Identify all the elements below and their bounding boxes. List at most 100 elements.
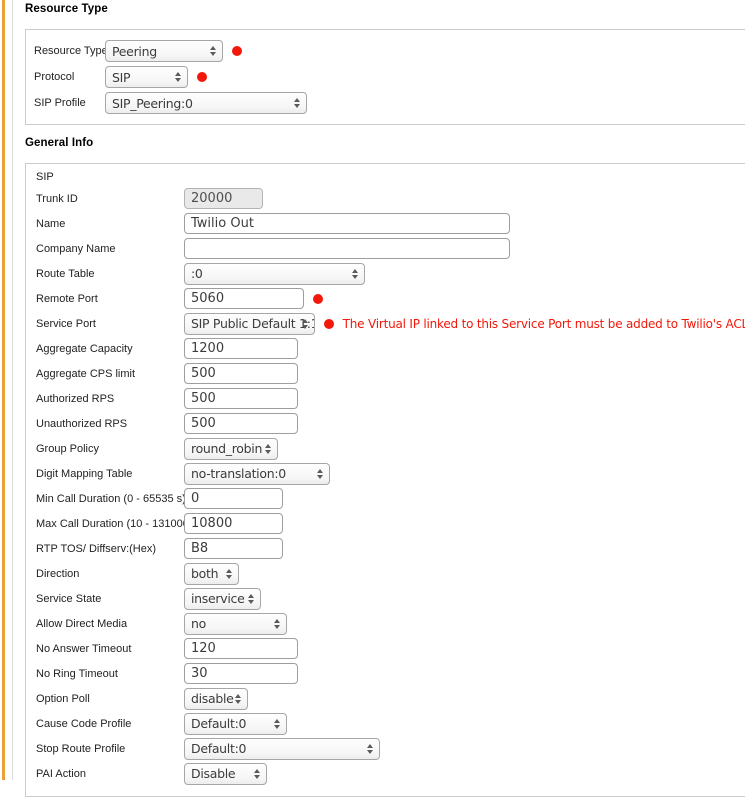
section-title-resource-type: Resource Type bbox=[25, 3, 745, 16]
cause-code-profile-label: Cause Code Profile bbox=[36, 718, 184, 730]
allow-direct-media-selected-value: no bbox=[191, 616, 206, 631]
route-table-selected-value: :0 bbox=[191, 266, 203, 281]
pai-action-row: PAI ActionDisable bbox=[36, 761, 745, 786]
spinner-icon[interactable] bbox=[173, 72, 183, 82]
spinner-down-icon[interactable] bbox=[175, 78, 181, 82]
resource-type-label: Resource Type bbox=[34, 45, 105, 57]
authorized-rps-row: Authorized RPS bbox=[36, 386, 745, 411]
spinner-up-icon[interactable] bbox=[367, 744, 373, 748]
spinner-icon[interactable] bbox=[315, 469, 325, 479]
sip-profile-select[interactable]: SIP_Peering:0 bbox=[105, 92, 307, 114]
spinner-down-icon[interactable] bbox=[274, 725, 280, 729]
spinner-up-icon[interactable] bbox=[274, 619, 280, 623]
spinner-up-icon[interactable] bbox=[352, 269, 358, 273]
spinner-down-icon[interactable] bbox=[367, 750, 373, 754]
no-answer-timeout-input[interactable] bbox=[184, 638, 298, 659]
section-title-general-info: General Info bbox=[25, 137, 745, 150]
spinner-icon[interactable] bbox=[246, 594, 256, 604]
spinner-up-icon[interactable] bbox=[302, 319, 308, 323]
spinner-icon[interactable] bbox=[350, 269, 360, 279]
digit-mapping-table-label: Digit Mapping Table bbox=[36, 468, 184, 480]
spinner-icon[interactable] bbox=[208, 46, 218, 56]
spinner-down-icon[interactable] bbox=[226, 575, 232, 579]
spinner-down-icon[interactable] bbox=[210, 52, 216, 56]
stop-route-profile-select[interactable]: Default:0 bbox=[184, 738, 380, 760]
digit-mapping-table-selected-value: no-translation:0 bbox=[191, 466, 286, 481]
no-ring-timeout-label: No Ring Timeout bbox=[36, 668, 184, 680]
spinner-icon[interactable] bbox=[300, 319, 310, 329]
spinner-up-icon[interactable] bbox=[274, 719, 280, 723]
pai-action-select[interactable]: Disable bbox=[184, 763, 267, 785]
allow-direct-media-select[interactable]: no bbox=[184, 613, 287, 635]
min-call-duration-input[interactable] bbox=[184, 488, 283, 509]
company-name-input[interactable] bbox=[184, 238, 510, 259]
name-input[interactable] bbox=[184, 213, 510, 234]
direction-select[interactable]: both bbox=[184, 563, 239, 585]
spinner-up-icon[interactable] bbox=[317, 469, 323, 473]
spinner-icon[interactable] bbox=[224, 569, 234, 579]
option-poll-row: Option Polldisable bbox=[36, 686, 745, 711]
unauthorized-rps-input[interactable] bbox=[184, 413, 298, 434]
spinner-up-icon[interactable] bbox=[175, 72, 181, 76]
max-call-duration-input[interactable] bbox=[184, 513, 283, 534]
spinner-icon[interactable] bbox=[272, 619, 282, 629]
resource-type-selected-value: Peering bbox=[112, 44, 157, 59]
spinner-down-icon[interactable] bbox=[254, 775, 260, 779]
spinner-up-icon[interactable] bbox=[248, 594, 254, 598]
spinner-up-icon[interactable] bbox=[226, 569, 232, 573]
spinner-icon[interactable] bbox=[272, 719, 282, 729]
trunk-id-input[interactable] bbox=[184, 188, 263, 209]
spinner-down-icon[interactable] bbox=[248, 600, 254, 604]
aggregate-capacity-input[interactable] bbox=[184, 338, 298, 359]
spinner-up-icon[interactable] bbox=[235, 694, 241, 698]
sip-sub-label: SIP bbox=[36, 170, 745, 186]
no-ring-timeout-input[interactable] bbox=[184, 663, 298, 684]
spinner-down-icon[interactable] bbox=[265, 450, 271, 454]
option-poll-select[interactable]: disable bbox=[184, 688, 248, 710]
aggregate-cps-limit-input[interactable] bbox=[184, 363, 298, 384]
spinner-up-icon[interactable] bbox=[265, 444, 271, 448]
protocol-label: Protocol bbox=[34, 71, 105, 83]
min-call-duration-label: Min Call Duration (0 - 65535 s) bbox=[36, 493, 184, 505]
cause-code-profile-select[interactable]: Default:0 bbox=[184, 713, 287, 735]
spinner-icon[interactable] bbox=[233, 694, 243, 704]
no-answer-timeout-row: No Answer Timeout bbox=[36, 636, 745, 661]
spinner-down-icon[interactable] bbox=[274, 625, 280, 629]
pai-action-label: PAI Action bbox=[36, 768, 184, 780]
service-port-note: The Virtual IP linked to this Service Po… bbox=[343, 317, 745, 331]
service-port-selected-value: SIP Public Default 1:1 bbox=[191, 316, 315, 331]
required-dot-icon bbox=[232, 46, 242, 56]
aggregate-cps-limit-row: Aggregate CPS limit bbox=[36, 361, 745, 386]
rtp-tos-diffserv-row: RTP TOS/ Diffserv:(Hex) bbox=[36, 536, 745, 561]
service-state-select[interactable]: inservice bbox=[184, 588, 261, 610]
protocol-select[interactable]: SIP bbox=[105, 66, 188, 88]
spinner-down-icon[interactable] bbox=[352, 275, 358, 279]
company-name-row: Company Name bbox=[36, 236, 745, 261]
route-table-select[interactable]: :0 bbox=[184, 263, 365, 285]
authorized-rps-input[interactable] bbox=[184, 388, 298, 409]
spinner-down-icon[interactable] bbox=[302, 325, 308, 329]
group-policy-select[interactable]: round_robin bbox=[184, 438, 278, 460]
spinner-icon[interactable] bbox=[263, 444, 273, 454]
spinner-down-icon[interactable] bbox=[235, 700, 241, 704]
spinner-icon[interactable] bbox=[365, 744, 375, 754]
sip-profile-row: SIP ProfileSIP_Peering:0 bbox=[34, 90, 745, 116]
spinner-icon[interactable] bbox=[252, 769, 262, 779]
spinner-down-icon[interactable] bbox=[317, 475, 323, 479]
min-call-duration-row: Min Call Duration (0 - 65535 s) bbox=[36, 486, 745, 511]
spinner-icon[interactable] bbox=[292, 98, 302, 108]
required-dot-icon bbox=[324, 319, 334, 329]
spinner-up-icon[interactable] bbox=[254, 769, 260, 773]
unauthorized-rps-label: Unauthorized RPS bbox=[36, 418, 184, 430]
remote-port-input[interactable] bbox=[184, 288, 304, 309]
aggregate-cps-limit-label: Aggregate CPS limit bbox=[36, 368, 184, 380]
digit-mapping-table-select[interactable]: no-translation:0 bbox=[184, 463, 330, 485]
spinner-down-icon[interactable] bbox=[294, 104, 300, 108]
no-ring-timeout-row: No Ring Timeout bbox=[36, 661, 745, 686]
service-port-select[interactable]: SIP Public Default 1:1 bbox=[184, 313, 315, 335]
spinner-up-icon[interactable] bbox=[294, 98, 300, 102]
spinner-up-icon[interactable] bbox=[210, 46, 216, 50]
rtp-tos-diffserv-input[interactable] bbox=[184, 538, 283, 559]
stop-route-profile-selected-value: Default:0 bbox=[191, 741, 246, 756]
resource-type-select[interactable]: Peering bbox=[105, 40, 223, 62]
